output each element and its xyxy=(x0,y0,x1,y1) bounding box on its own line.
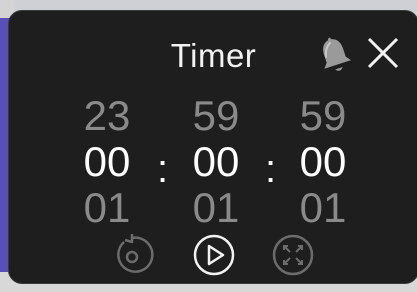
expand-icon[interactable] xyxy=(271,233,315,277)
bell-icon[interactable] xyxy=(315,33,353,77)
play-button[interactable] xyxy=(192,233,236,277)
close-icon[interactable] xyxy=(365,35,401,71)
minutes-picker[interactable]: 59 00 01 xyxy=(176,93,256,231)
timer-dialog: Timer 23 00 01 : 59 00 01 : 59 00 01 xyxy=(8,10,417,284)
minutes-selected: 00 xyxy=(192,138,240,185)
minutes-below: 01 xyxy=(192,184,240,231)
reset-icon[interactable] xyxy=(110,233,154,277)
seconds-below: 01 xyxy=(299,184,347,231)
hours-picker[interactable]: 23 00 01 xyxy=(67,93,147,231)
hours-above: 23 xyxy=(83,92,131,139)
separator-1: : xyxy=(157,147,169,191)
hours-selected: 00 xyxy=(83,138,131,185)
separator-2: : xyxy=(265,147,277,191)
hours-below: 01 xyxy=(83,184,131,231)
seconds-above: 59 xyxy=(299,92,347,139)
screen: Timer 23 00 01 : 59 00 01 : 59 00 01 xyxy=(0,0,417,292)
seconds-selected: 00 xyxy=(299,138,347,185)
seconds-picker[interactable]: 59 00 01 xyxy=(283,93,363,231)
dialog-title: Timer xyxy=(170,37,257,74)
minutes-above: 59 xyxy=(192,92,240,139)
